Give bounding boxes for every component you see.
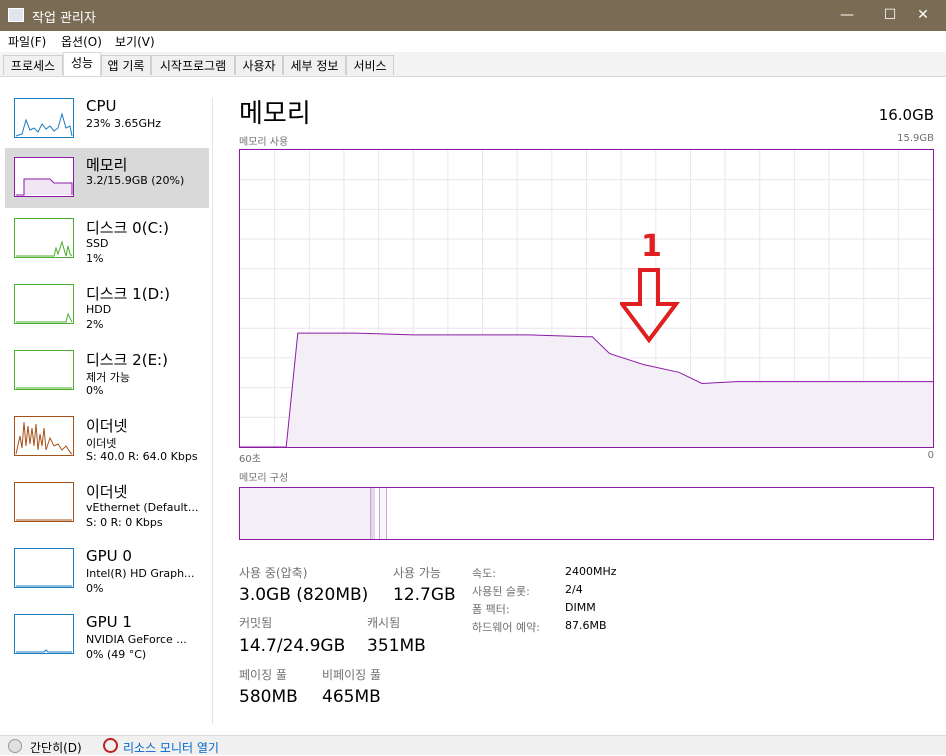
tab-users[interactable]: 사용자 <box>235 55 283 75</box>
spec-reserved-value: 87.6MB <box>565 619 607 632</box>
sidebar-item-title: 이더넷 <box>86 483 128 501</box>
resource-monitor-icon <box>103 738 118 753</box>
sidebar-item-title: 디스크 1(D:) <box>86 285 171 303</box>
tab-app-history[interactable]: 앱 기록 <box>101 55 151 75</box>
sidebar-item[interactable]: 이더넷 이더넷 S: 40.0 R: 64.0 Kbps <box>5 415 209 477</box>
composition-standby <box>379 488 387 539</box>
sidebar-thumbnail-graph <box>14 218 74 258</box>
available-label: 사용 가능 <box>393 566 441 580</box>
in-use-label: 사용 중(압축) <box>239 566 308 580</box>
footer-bar: 간단히(D) 리소스 모니터 열기 <box>0 735 946 755</box>
sidebar-item[interactable]: 메모리 3.2/15.9GB (20%) <box>5 148 209 208</box>
sidebar-item-value: S: 40.0 R: 64.0 Kbps <box>86 450 198 463</box>
annotation-number: 1 <box>641 229 662 264</box>
sidebar-item-subtitle: 23% 3.65GHz <box>86 117 162 130</box>
nonpaged-pool-value: 465MB <box>322 687 381 707</box>
tab-details[interactable]: 세부 정보 <box>283 55 346 75</box>
page-title: 메모리 <box>239 99 311 129</box>
sidebar-item-value: S: 0 R: 0 Kbps <box>86 516 163 529</box>
usage-label: 메모리 사용 <box>239 137 289 148</box>
sidebar-thumbnail-graph <box>14 350 74 390</box>
available-value: 12.7GB <box>393 585 456 605</box>
spec-slots-label: 사용된 슬롯: <box>472 585 530 598</box>
menu-view[interactable]: 보기(V) <box>115 33 155 50</box>
sidebar-item-value: 1% <box>86 252 104 265</box>
sidebar-item-title: 이더넷 <box>86 417 128 435</box>
cached-value: 351MB <box>367 636 426 656</box>
tab-startup[interactable]: 시작프로그램 <box>151 55 235 75</box>
sidebar-thumbnail-graph <box>14 416 74 456</box>
composition-label: 메모리 구성 <box>239 473 289 484</box>
sidebar-thumbnail-graph <box>14 98 74 138</box>
spec-form-factor-value: DIMM <box>565 601 596 614</box>
sidebar-item-title: CPU <box>86 97 117 115</box>
committed-value: 14.7/24.9GB <box>239 636 346 656</box>
open-resource-monitor-link[interactable]: 리소스 모니터 열기 <box>123 739 219 756</box>
paged-pool-value: 580MB <box>239 687 298 707</box>
sidebar-item[interactable]: 디스크 2(E:) 제거 가능 0% <box>5 349 209 411</box>
tab-services[interactable]: 서비스 <box>346 55 394 75</box>
window-title: 작업 관리자 <box>32 11 96 26</box>
sidebar-thumbnail-graph <box>14 482 74 522</box>
fewer-details-link[interactable]: 간단히(D) <box>30 739 82 756</box>
usage-max-label: 15.9GB <box>897 133 934 144</box>
composition-in-use <box>240 488 370 539</box>
x-axis-right-label: 0 <box>927 450 934 461</box>
sidebar-item-value: 0% <box>86 384 104 397</box>
chevron-up-icon[interactable] <box>8 739 22 753</box>
menu-file[interactable]: 파일(F) <box>8 33 46 50</box>
paged-pool-label: 페이징 풀 <box>239 668 287 682</box>
sidebar-thumbnail-graph <box>14 548 74 588</box>
memory-usage-chart <box>240 150 933 448</box>
spec-speed-label: 속도: <box>472 567 496 580</box>
task-manager-icon <box>8 8 24 22</box>
sidebar-item-title: 메모리 <box>86 156 128 174</box>
memory-composition-bar <box>239 487 934 540</box>
cached-label: 캐시됨 <box>367 616 401 630</box>
sidebar-item-subtitle: HDD <box>86 303 112 316</box>
sidebar-item-subtitle: 제거 가능 <box>86 371 130 384</box>
spec-slots-value: 2/4 <box>565 583 583 596</box>
sidebar-item-subtitle: SSD <box>86 237 109 250</box>
tab-performance[interactable]: 성능 <box>63 52 101 76</box>
minimize-button[interactable]: — <box>824 0 870 31</box>
sidebar-item[interactable]: 이더넷 vEthernet (Default... S: 0 R: 0 Kbps <box>5 481 209 543</box>
memory-capacity: 16.0GB <box>878 106 934 124</box>
sidebar-thumbnail-graph <box>14 157 74 197</box>
sidebar-item-title: GPU 0 <box>86 547 132 565</box>
in-use-value: 3.0GB (820MB) <box>239 585 369 605</box>
sidebar-item-title: 디스크 0(C:) <box>86 219 169 237</box>
title-bar: 작업 관리자 — ☐ ✕ <box>0 0 946 31</box>
sidebar-item[interactable]: 디스크 0(C:) SSD 1% <box>5 217 209 279</box>
spec-speed-value: 2400MHz <box>565 565 617 578</box>
sidebar-item-value: 0% <box>86 582 104 595</box>
close-button[interactable]: ✕ <box>900 0 946 31</box>
sidebar-item[interactable]: GPU 0 Intel(R) HD Graph... 0% <box>5 547 209 609</box>
sidebar-item-subtitle: 3.2/15.9GB (20%) <box>86 174 185 187</box>
sidebar-item-subtitle: Intel(R) HD Graph... <box>86 567 195 580</box>
menu-options[interactable]: 옵션(O) <box>61 33 102 50</box>
spec-reserved-label: 하드웨어 예약: <box>472 621 540 634</box>
sidebar-item[interactable]: GPU 1 NVIDIA GeForce ... 0% (49 °C) <box>5 613 209 675</box>
sidebar-item-subtitle: vEthernet (Default... <box>86 501 199 514</box>
sidebar-item-subtitle: NVIDIA GeForce ... <box>86 633 187 646</box>
sidebar-item-title: GPU 1 <box>86 613 132 631</box>
sidebar-thumbnail-graph <box>14 614 74 654</box>
spec-form-factor-label: 폼 팩터: <box>472 603 510 616</box>
x-axis-left-label: 60초 <box>239 454 261 465</box>
sidebar-item-value: 2% <box>86 318 104 331</box>
sidebar-item-value: 0% (49 °C) <box>86 648 147 661</box>
memory-usage-graph <box>239 149 934 448</box>
sidebar-divider <box>212 98 213 724</box>
sidebar-thumbnail-graph <box>14 284 74 324</box>
sidebar-item[interactable]: 디스크 1(D:) HDD 2% <box>5 283 209 345</box>
annotation-arrow-icon <box>620 268 680 344</box>
sidebar-item-subtitle: 이더넷 <box>86 437 117 450</box>
nonpaged-pool-label: 비페이징 풀 <box>322 668 382 682</box>
sidebar-item-title: 디스크 2(E:) <box>86 351 168 369</box>
composition-modified <box>370 488 375 539</box>
committed-label: 커밋됨 <box>239 616 273 630</box>
tab-processes[interactable]: 프로세스 <box>3 55 63 75</box>
